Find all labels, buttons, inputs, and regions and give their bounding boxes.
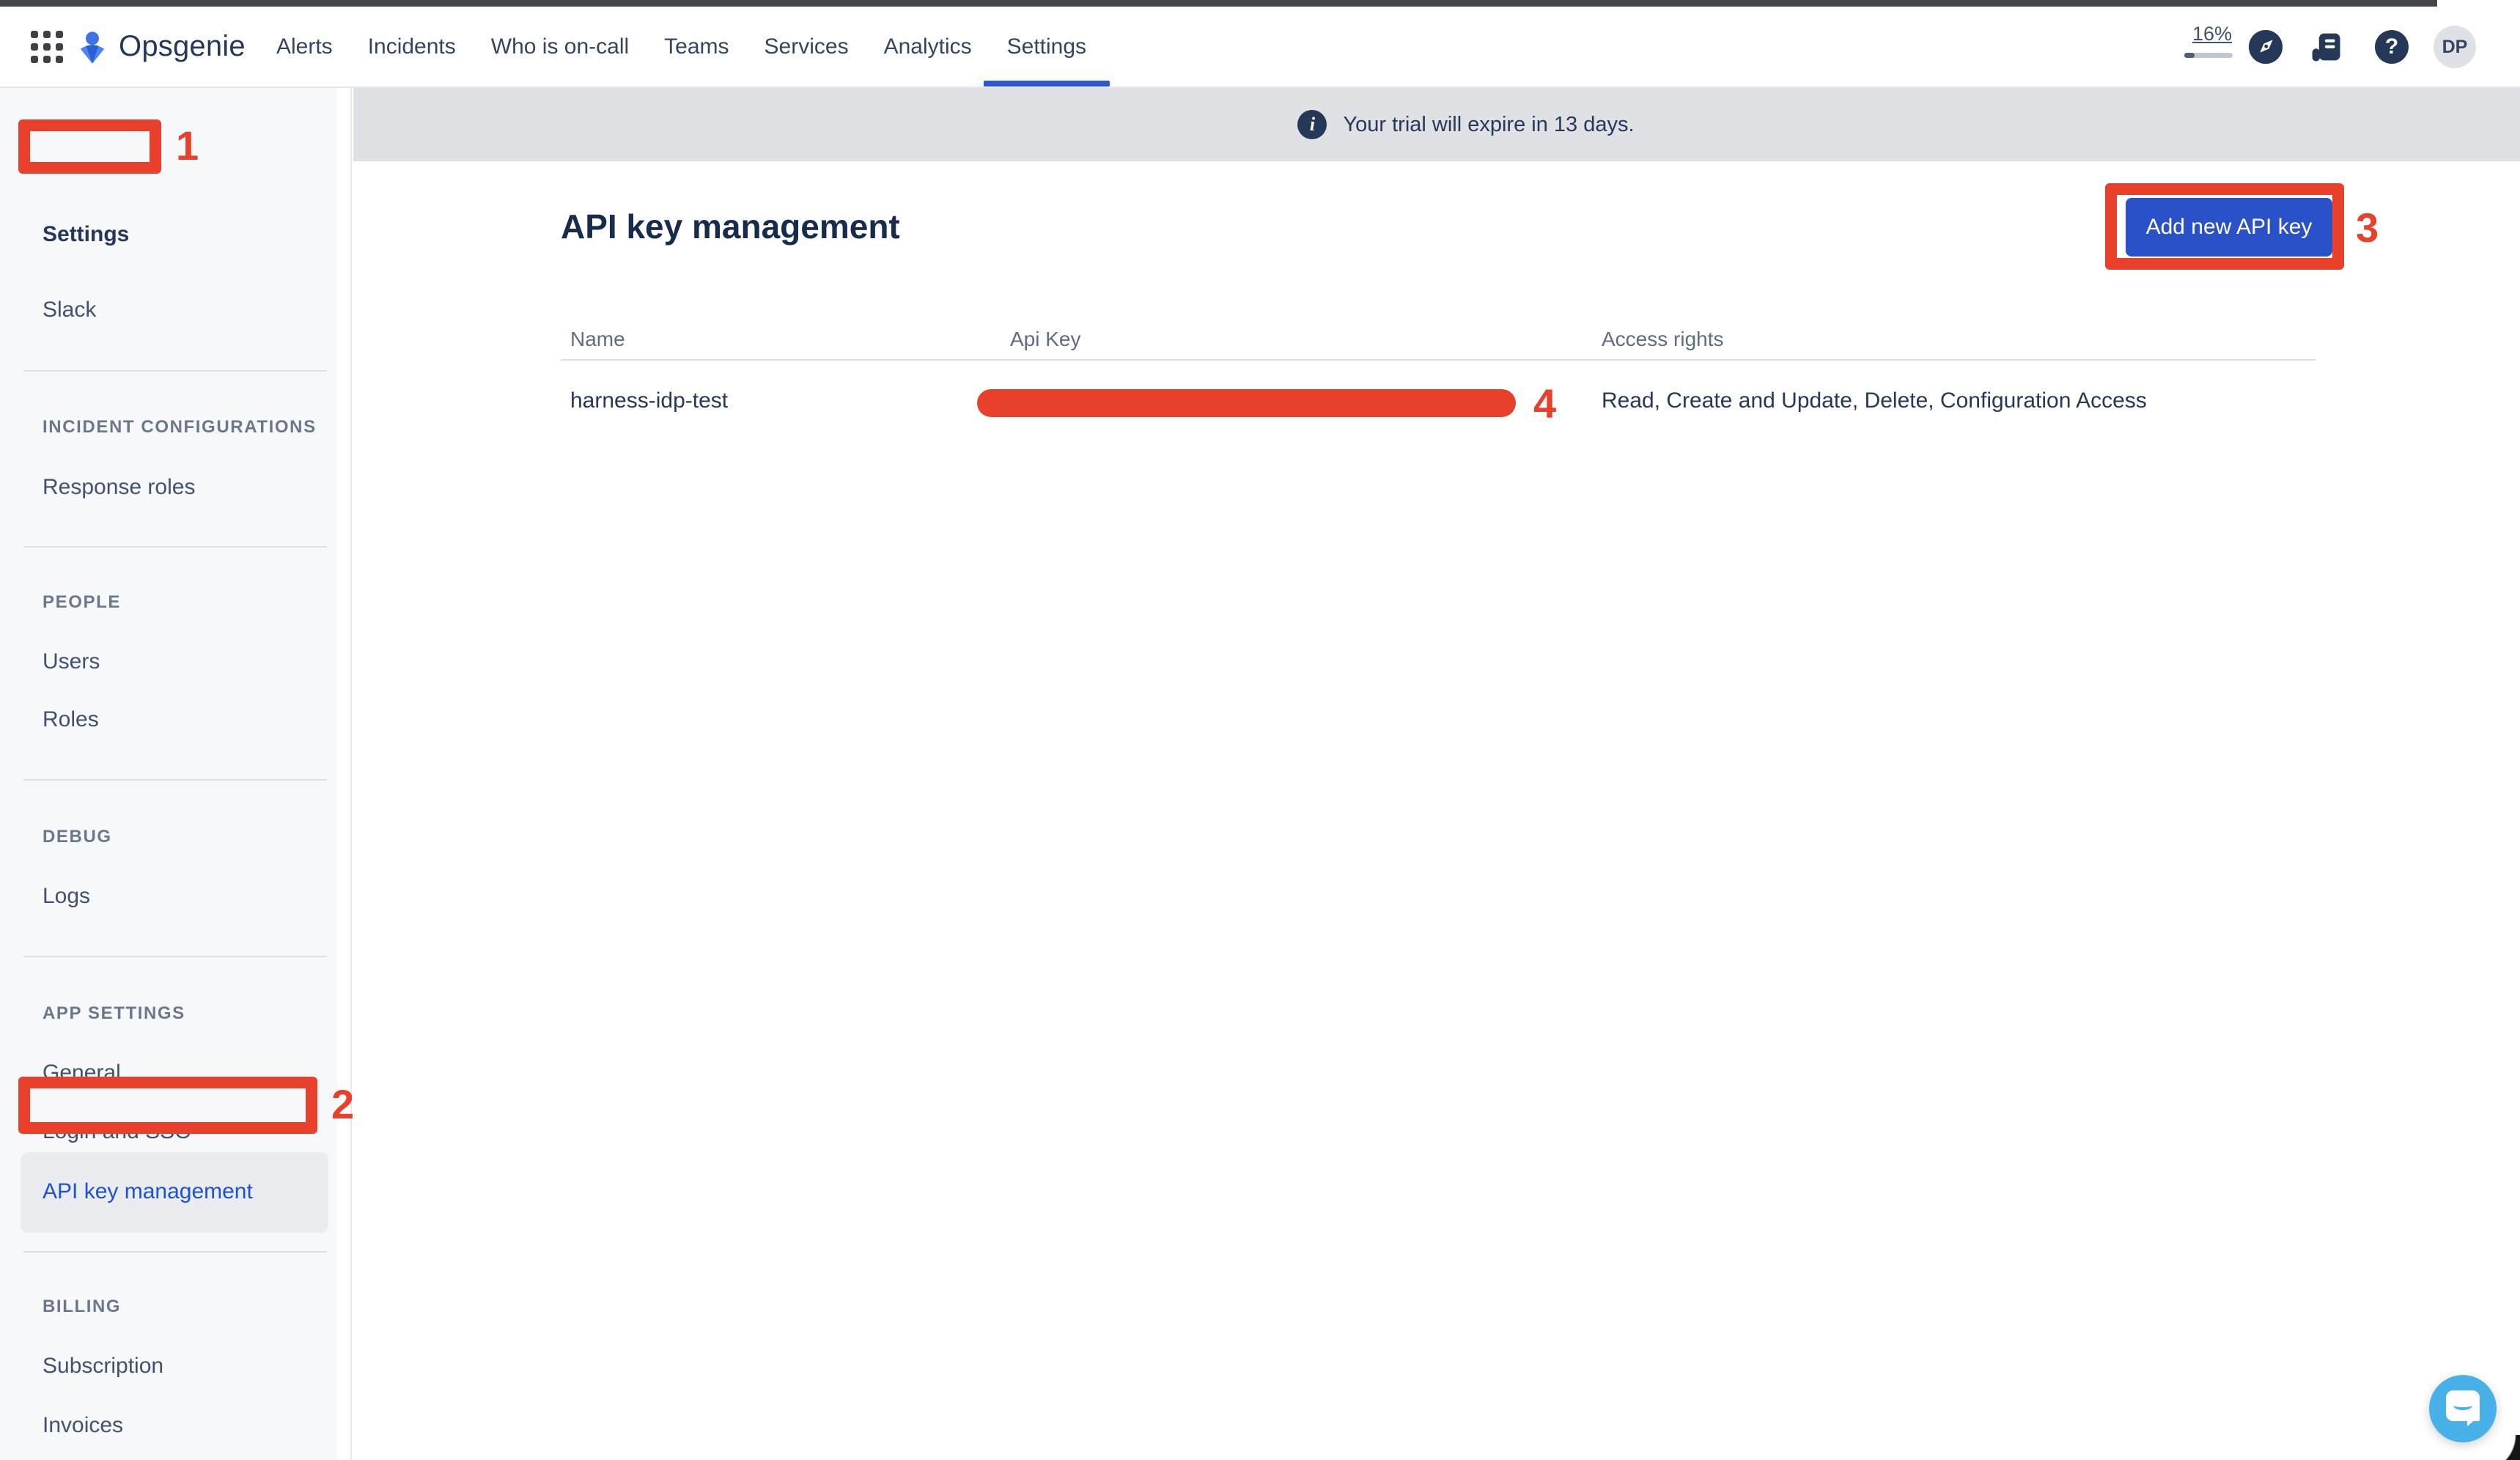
section-app-settings: APP SETTINGS: [43, 1002, 185, 1025]
annotation-number-3: 3: [2356, 204, 2379, 251]
app-switcher-icon[interactable]: [31, 31, 65, 64]
chat-widget-button[interactable]: [2429, 1375, 2497, 1442]
top-nav: Opsgenie Alerts Incidents Who is on-call…: [0, 7, 2520, 88]
trial-progress[interactable]: 16%: [2184, 23, 2240, 58]
sidebar-item-settings[interactable]: Settings: [43, 220, 129, 249]
help-icon[interactable]: ?: [2375, 30, 2409, 64]
sidebar-item-users[interactable]: Users: [43, 647, 100, 676]
sidebar-item-response-roles[interactable]: Response roles: [43, 473, 195, 502]
annotation-number-2: 2: [331, 1080, 354, 1128]
window-edge-artifact: [0, 0, 2437, 7]
annotation-number-4: 4: [1533, 380, 1556, 427]
info-icon: i: [1297, 110, 1327, 139]
sidebar-scrollbar[interactable]: [337, 88, 350, 1460]
section-billing: BILLING: [43, 1295, 121, 1319]
sidebar-item-subscription[interactable]: Subscription: [43, 1352, 163, 1381]
column-header-api-key: Api Key: [1010, 328, 1081, 351]
column-header-access-rights: Access rights: [1602, 328, 1724, 351]
trial-percent-label: 16%: [2184, 23, 2240, 45]
question-glyph: ?: [2385, 34, 2398, 59]
window-corner-artifact: [2479, 1435, 2520, 1460]
sidebar-item-login-and-sso[interactable]: Login and SSO: [43, 1117, 191, 1146]
nav-who-is-on-call[interactable]: Who is on-call: [491, 7, 629, 86]
opsgenie-logo[interactable]: Opsgenie: [76, 7, 246, 86]
access-rights-cell: Read, Create and Update, Delete, Configu…: [1602, 388, 2147, 413]
chat-bubble-icon: [2446, 1390, 2480, 1421]
sidebar-divider: [23, 779, 327, 781]
nav-teams[interactable]: Teams: [664, 7, 729, 86]
opsgenie-settings-page: Opsgenie Alerts Incidents Who is on-call…: [0, 0, 2520, 1460]
api-key-redaction-bar: [977, 389, 1516, 417]
page-title: API key management: [561, 207, 900, 246]
add-new-api-key-button[interactable]: Add new API key: [2126, 198, 2332, 257]
sidebar-item-general[interactable]: General: [43, 1058, 121, 1088]
sidebar-item-logs[interactable]: Logs: [43, 882, 90, 911]
sidebar-divider: [23, 1251, 327, 1253]
avatar-initials: DP: [2442, 37, 2468, 58]
sidebar-divider: [23, 956, 327, 957]
release-notes-icon[interactable]: [2309, 30, 2343, 64]
trial-progress-bar: [2184, 53, 2233, 58]
section-incident-configurations: INCIDENT CONFIGURATIONS: [43, 416, 317, 439]
section-people: PEOPLE: [43, 591, 121, 614]
sidebar-item-invoices[interactable]: Invoices: [43, 1411, 123, 1440]
sidebar-divider: [23, 370, 327, 372]
primary-nav: Alerts Incidents Who is on-call Teams Se…: [276, 7, 1086, 86]
table-header-divider: [561, 359, 2316, 361]
section-debug: DEBUG: [43, 825, 112, 849]
sidebar-item-roles[interactable]: Roles: [43, 705, 99, 734]
chat-bubble-tail: [2467, 1417, 2477, 1426]
opsgenie-person-icon: [76, 28, 108, 66]
column-header-name: Name: [570, 328, 625, 351]
annotation-number-1: 1: [176, 122, 199, 169]
nav-analytics[interactable]: Analytics: [884, 7, 972, 86]
compass-icon[interactable]: [2249, 30, 2283, 64]
info-glyph: i: [1310, 114, 1315, 136]
nav-services[interactable]: Services: [765, 7, 849, 86]
sidebar-item-api-key-management[interactable]: API key management: [43, 1177, 253, 1206]
nav-alerts[interactable]: Alerts: [276, 7, 333, 86]
sidebar-divider: [23, 546, 327, 548]
user-avatar[interactable]: DP: [2434, 26, 2476, 68]
trial-banner-text: Your trial will expire in 13 days.: [1343, 113, 1634, 137]
nav-settings[interactable]: Settings: [1007, 7, 1086, 86]
nav-incidents[interactable]: Incidents: [368, 7, 456, 86]
api-key-name-cell: harness-idp-test: [570, 388, 728, 413]
trial-banner: i Your trial will expire in 13 days.: [353, 88, 2520, 161]
product-name: Opsgenie: [119, 30, 246, 63]
sidebar-item-slack[interactable]: Slack: [43, 295, 96, 325]
settings-sidebar: Settings Slack INCIDENT CONFIGURATIONS R…: [0, 88, 352, 1460]
